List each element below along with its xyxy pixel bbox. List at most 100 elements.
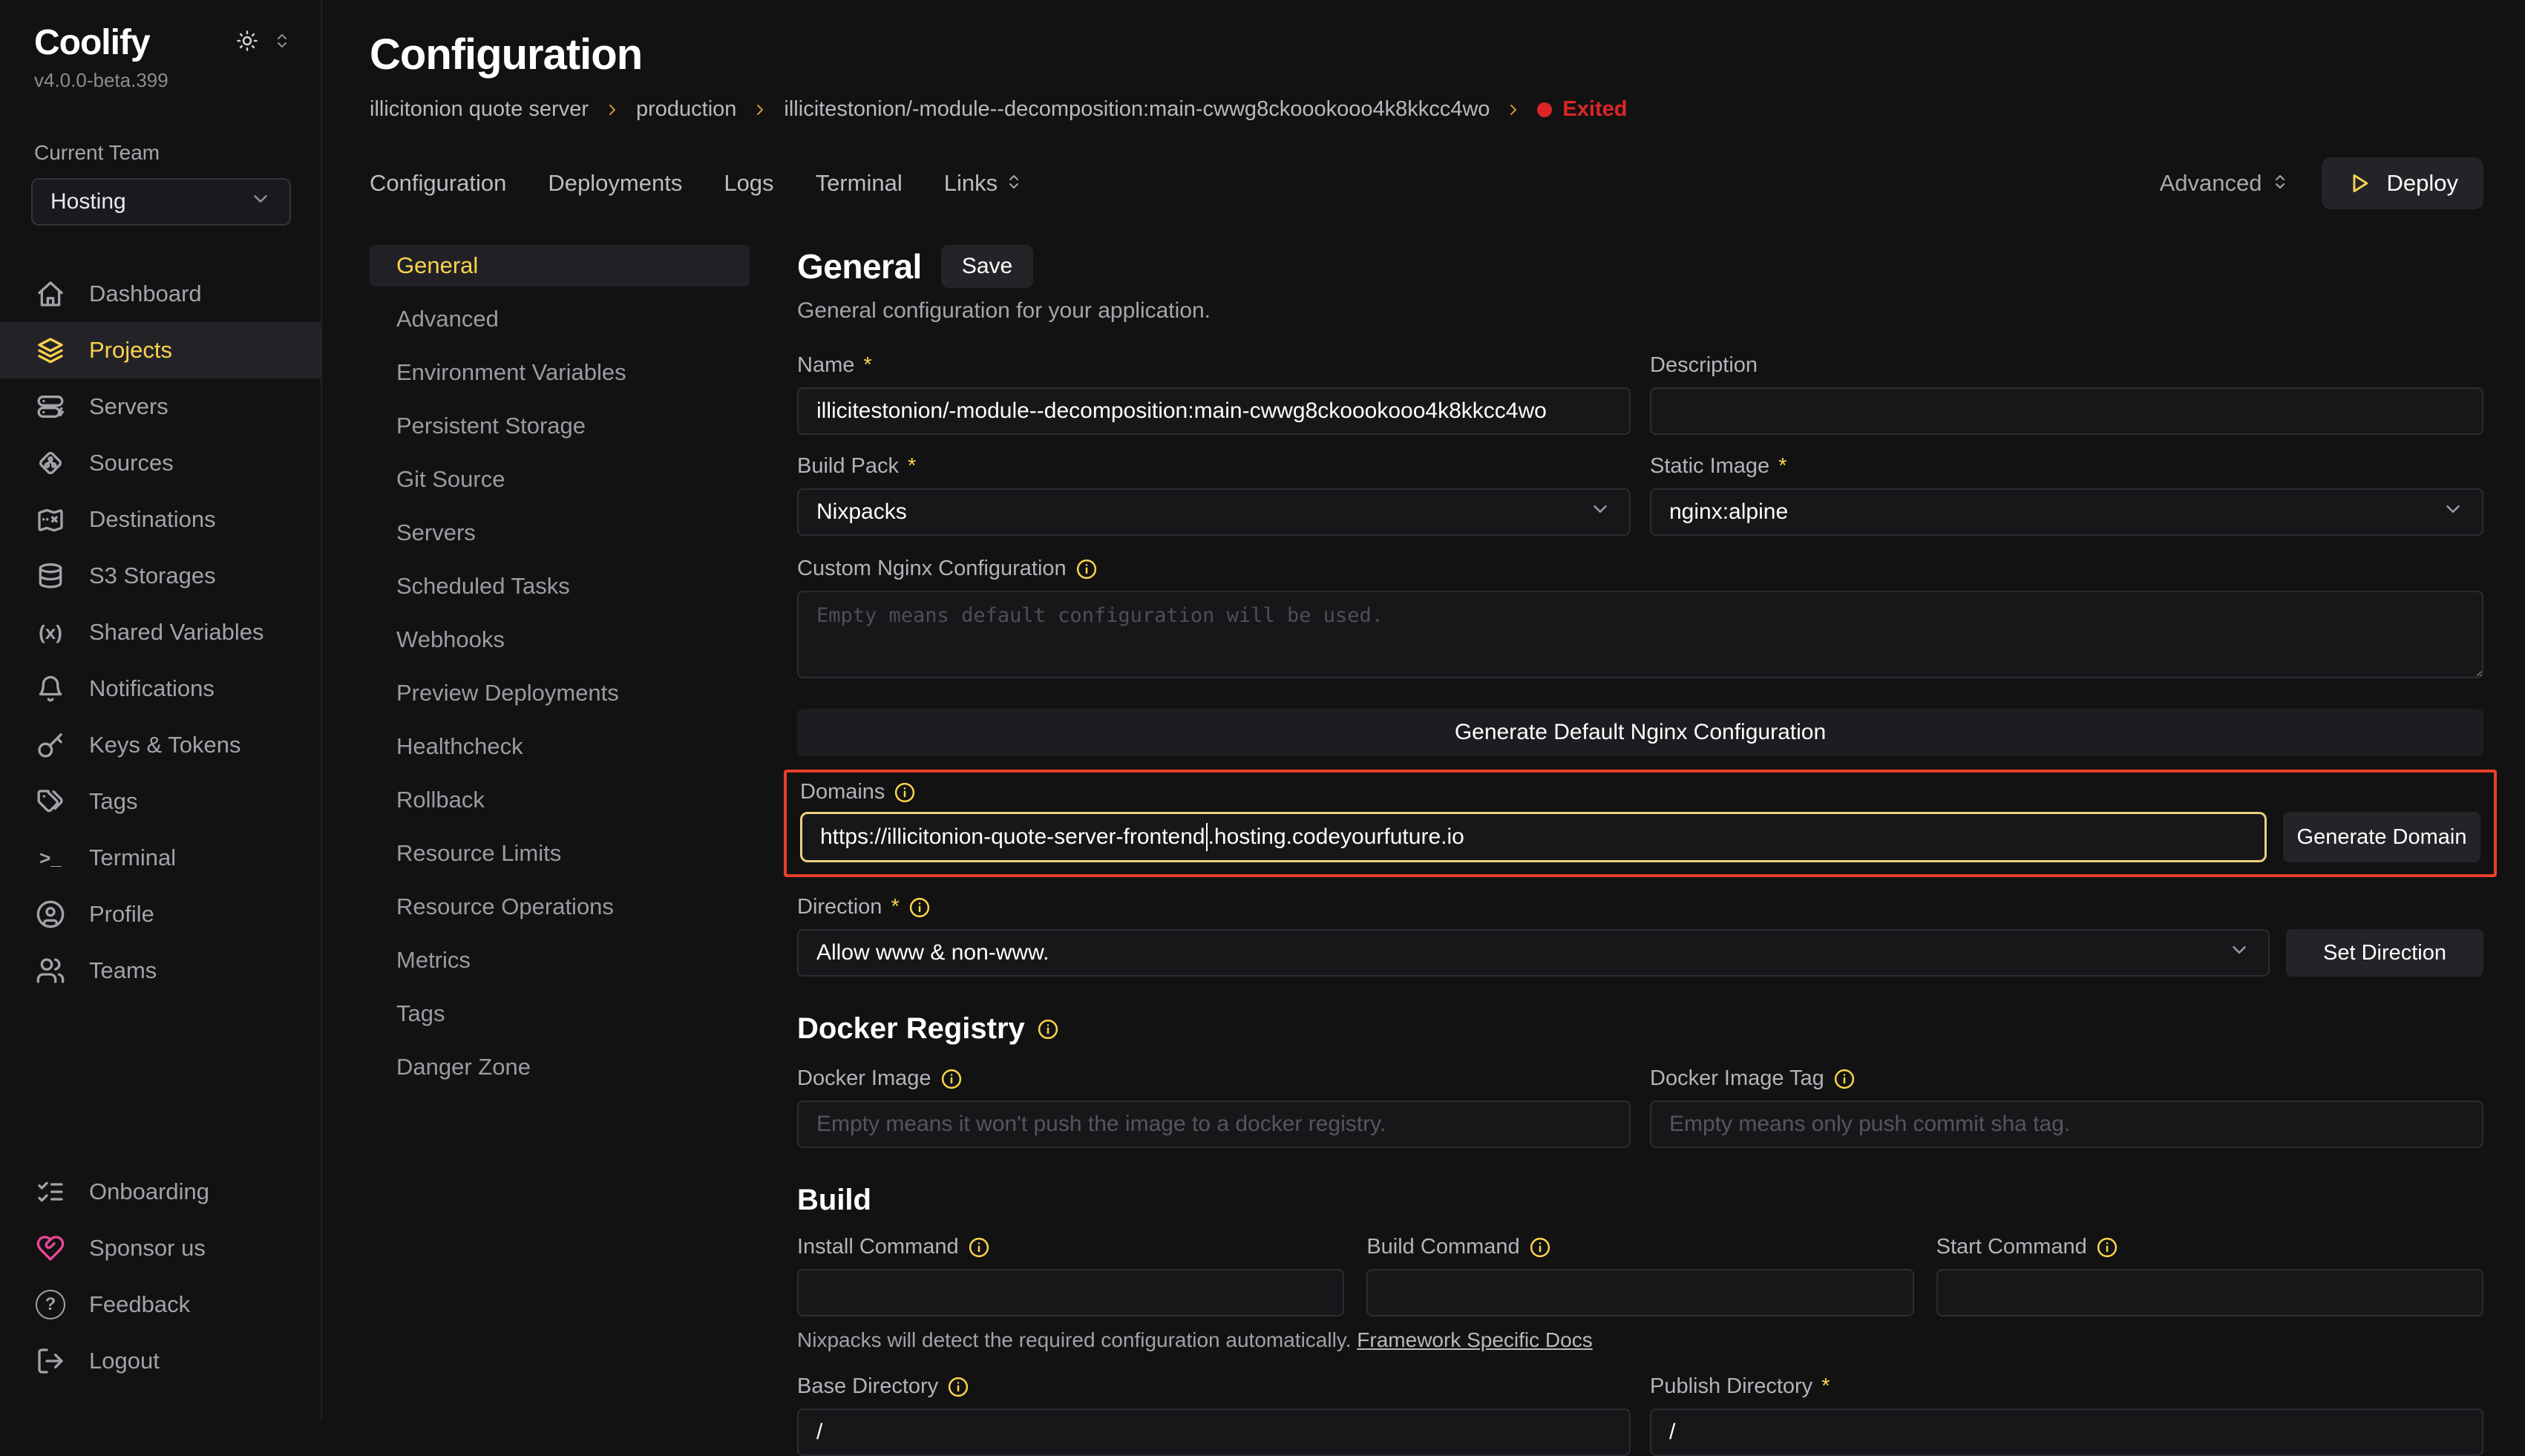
docker-registry-heading: Docker Registry [797, 1012, 1025, 1046]
config-menu-git-source[interactable]: Git Source [370, 459, 750, 500]
sidebar-footer-nav: Onboarding Sponsor us ? Feedback Logout [0, 1164, 321, 1389]
sidebar-item-sponsor-us[interactable]: Sponsor us [0, 1220, 321, 1276]
breadcrumb-environment[interactable]: production [636, 97, 736, 122]
build-command-input[interactable] [1366, 1269, 1913, 1316]
sidebar-item-feedback[interactable]: ? Feedback [0, 1276, 321, 1333]
info-icon[interactable] [1037, 1018, 1059, 1040]
chevron-down-icon [2442, 498, 2464, 526]
config-menu-advanced[interactable]: Advanced [370, 298, 750, 340]
config-menu-scheduled-tasks[interactable]: Scheduled Tasks [370, 565, 750, 607]
sidebar-item-notifications[interactable]: Notifications [0, 660, 321, 717]
status-badge: Exited [1537, 97, 1627, 122]
sidebar-item-dashboard[interactable]: Dashboard [0, 266, 321, 322]
chevrons-up-down-icon [2271, 170, 2289, 197]
docker-image-tag-field-group: Docker Image Tag [1650, 1066, 2483, 1148]
advanced-menu[interactable]: Advanced [2160, 170, 2289, 197]
sidebar-item-servers[interactable]: Servers [0, 378, 321, 435]
sidebar-item-sources[interactable]: Sources [0, 435, 321, 491]
general-form: General Save General configuration for y… [797, 245, 2483, 1420]
build-pack-select[interactable]: Nixpacks [797, 488, 1631, 536]
publish-directory-input[interactable] [1650, 1409, 2483, 1456]
config-menu-general[interactable]: General [370, 245, 750, 286]
config-menu-metrics[interactable]: Metrics [370, 939, 750, 981]
breadcrumb-project[interactable]: illicitonion quote server [370, 97, 589, 122]
tab-deployments[interactable]: Deployments [548, 170, 682, 197]
static-image-select[interactable]: nginx:alpine [1650, 488, 2483, 536]
save-button[interactable]: Save [941, 245, 1033, 288]
breadcrumb-application[interactable]: illicitestonion/-module--decomposition:m… [784, 97, 1490, 122]
sidebar-item-tags[interactable]: Tags [0, 773, 321, 830]
sidebar-item-logout[interactable]: Logout [0, 1333, 321, 1389]
nginx-config-textarea[interactable] [797, 591, 2483, 678]
info-icon[interactable] [894, 781, 916, 804]
info-icon[interactable] [1075, 558, 1098, 580]
info-icon[interactable] [1529, 1236, 1551, 1259]
base-directory-input[interactable] [797, 1409, 1631, 1456]
user-circle-icon [34, 898, 67, 931]
nginx-config-label: Custom Nginx Configuration [797, 557, 1067, 581]
install-command-field-group: Install Command [797, 1235, 1344, 1316]
sidebar-item-terminal[interactable]: >_ Terminal [0, 830, 321, 886]
sidebar-item-destinations[interactable]: Destinations [0, 491, 321, 548]
domains-input[interactable]: https://illicitonion-quote-server-fronte… [800, 812, 2267, 862]
required-mark: * [863, 353, 871, 378]
info-icon[interactable] [2096, 1236, 2118, 1259]
config-menu-healthcheck[interactable]: Healthcheck [370, 726, 750, 767]
name-input[interactable] [797, 387, 1631, 435]
publish-directory-label: Publish Directory [1650, 1374, 1812, 1399]
info-icon[interactable] [1833, 1068, 1856, 1090]
framework-docs-link[interactable]: Framework Specific Docs [1357, 1328, 1592, 1351]
home-icon [34, 278, 67, 310]
chevrons-up-down-icon [1005, 170, 1023, 197]
sidebar-item-shared-variables[interactable]: (x) Shared Variables [0, 604, 321, 660]
domains-highlight-box: Domains https://illicitonion-quote-serve… [784, 770, 2497, 877]
build-pack-field-group: Build Pack * Nixpacks [797, 454, 1631, 536]
start-command-input[interactable] [1936, 1269, 2483, 1316]
sidebar-item-profile[interactable]: Profile [0, 886, 321, 942]
chevron-down-icon [249, 188, 272, 216]
section-subtitle: General configuration for your applicati… [797, 298, 2483, 324]
set-direction-button[interactable]: Set Direction [2286, 929, 2483, 977]
sidebar-item-keys-tokens[interactable]: Keys & Tokens [0, 717, 321, 773]
description-input[interactable] [1650, 387, 2483, 435]
chevrons-up-down-icon[interactable] [273, 32, 291, 53]
config-menu-persistent-storage[interactable]: Persistent Storage [370, 405, 750, 447]
sidebar-item-projects[interactable]: Projects [0, 322, 321, 378]
chevron-right-icon [751, 101, 769, 119]
sidebar-item-onboarding[interactable]: Onboarding [0, 1164, 321, 1220]
info-icon[interactable] [908, 896, 931, 919]
bell-icon [34, 672, 67, 705]
tab-configuration[interactable]: Configuration [370, 170, 506, 197]
info-icon[interactable] [968, 1236, 990, 1259]
tab-links[interactable]: Links [944, 170, 1023, 197]
config-menu-rollback[interactable]: Rollback [370, 779, 750, 821]
config-menu-webhooks[interactable]: Webhooks [370, 619, 750, 660]
section-heading-general: General [797, 246, 922, 286]
app-version: v4.0.0-beta.399 [0, 69, 321, 92]
config-menu-resource-operations[interactable]: Resource Operations [370, 886, 750, 928]
docker-image-input[interactable] [797, 1101, 1631, 1148]
docker-image-tag-input[interactable] [1650, 1101, 2483, 1148]
config-menu-environment-variables[interactable]: Environment Variables [370, 352, 750, 393]
tab-logs[interactable]: Logs [724, 170, 773, 197]
generate-domain-button[interactable]: Generate Domain [2283, 812, 2480, 862]
description-label: Description [1650, 353, 1758, 378]
config-menu-preview-deployments[interactable]: Preview Deployments [370, 672, 750, 714]
config-menu-danger-zone[interactable]: Danger Zone [370, 1046, 750, 1088]
direction-select[interactable]: Allow www & non-www. [797, 929, 2270, 977]
theme-sun-icon[interactable] [236, 30, 258, 56]
config-menu-resource-limits[interactable]: Resource Limits [370, 833, 750, 874]
config-menu-servers[interactable]: Servers [370, 512, 750, 554]
info-icon[interactable] [947, 1376, 969, 1398]
team-select[interactable]: Hosting [31, 178, 291, 226]
sidebar-item-s3-storages[interactable]: S3 Storages [0, 548, 321, 604]
map-icon [34, 503, 67, 536]
tab-terminal[interactable]: Terminal [816, 170, 903, 197]
install-command-input[interactable] [797, 1269, 1344, 1316]
deploy-button[interactable]: Deploy [2322, 157, 2484, 209]
info-icon[interactable] [940, 1068, 963, 1090]
config-menu-tags[interactable]: Tags [370, 993, 750, 1034]
log-out-icon [34, 1345, 67, 1377]
sidebar-item-teams[interactable]: Teams [0, 942, 321, 999]
generate-nginx-config-button[interactable]: Generate Default Nginx Configuration [797, 709, 2483, 756]
